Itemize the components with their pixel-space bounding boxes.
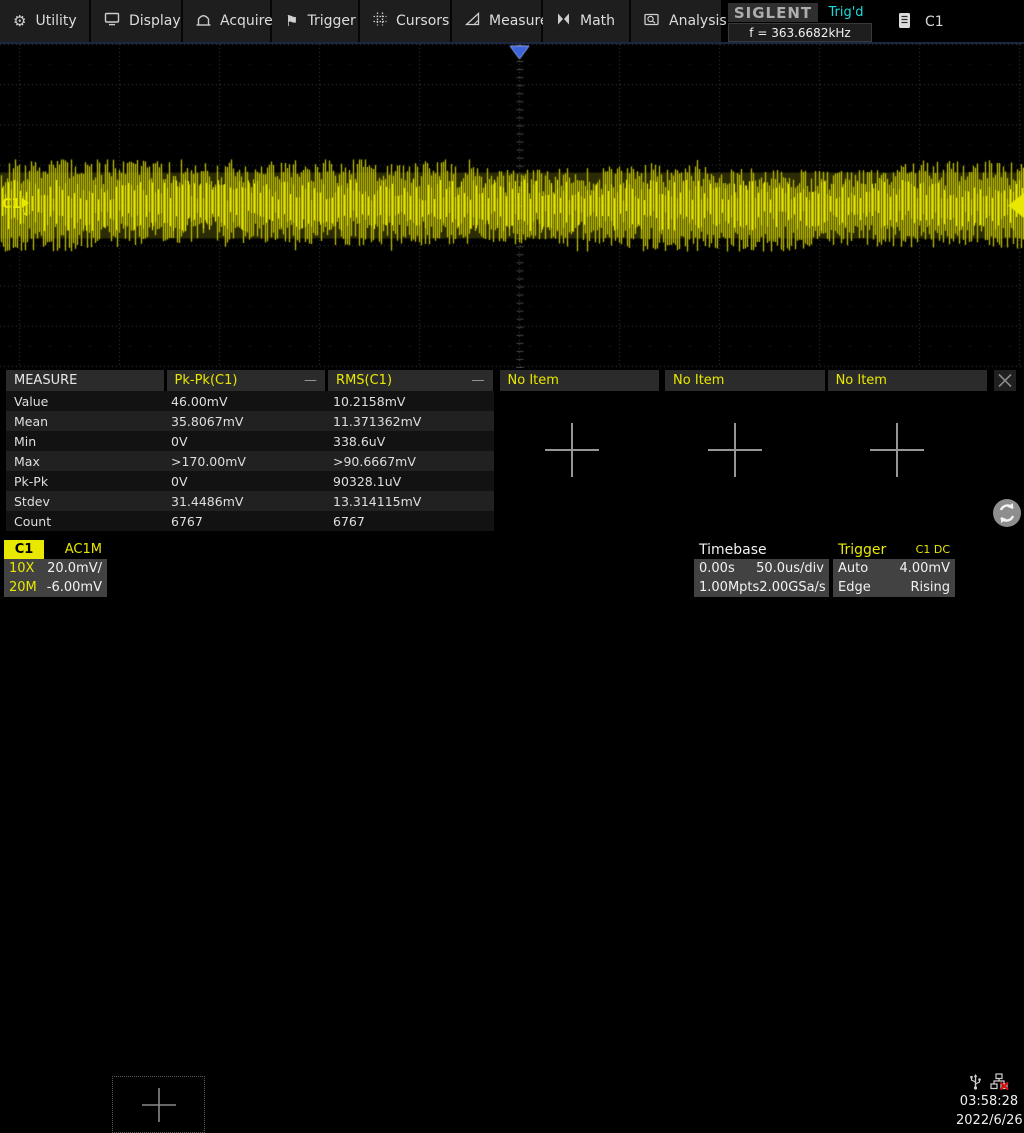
probe-attenuation: 10X xyxy=(9,561,34,576)
menu-analysis[interactable]: Analysis xyxy=(631,0,721,42)
usb-icon xyxy=(969,1073,982,1094)
remove-measure-icon[interactable]: — xyxy=(472,373,485,388)
trigger-level: 4.00mV xyxy=(899,561,950,576)
channel-list-chip[interactable]: C1 xyxy=(898,10,944,34)
bandwidth-limit: 20M xyxy=(9,580,37,595)
remove-measure-icon[interactable]: — xyxy=(304,373,317,388)
top-menu-bar: ⚙ Utility Display Acquire ⚑ Trigger Curs… xyxy=(0,0,1024,44)
time-per-div: 50.0us/div xyxy=(756,561,824,576)
measure-col-pkpk[interactable]: Pk-Pk(C1) — xyxy=(167,370,326,391)
menu-label: Utility xyxy=(35,13,76,29)
clock-time: 03:58:28 xyxy=(956,1092,1022,1111)
menu-label: Trigger xyxy=(307,13,355,29)
menu-label: Cursors xyxy=(396,13,449,29)
plus-icon xyxy=(138,1084,180,1126)
menu-utility[interactable]: ⚙ Utility xyxy=(0,0,89,42)
menu-label: Measure xyxy=(489,13,549,29)
add-measure-slot-2[interactable] xyxy=(706,421,764,479)
plus-icon xyxy=(868,421,926,479)
refresh-icon xyxy=(992,498,1022,528)
timebase-panel[interactable]: Timebase 0.00s 50.0us/div 1.00Mpts 2.00G… xyxy=(694,540,829,597)
sample-rate: 2.00GSa/s xyxy=(759,580,825,595)
table-row: Count67676767 xyxy=(6,511,494,531)
measure-body: Value46.00mV10.2158mV Mean35.8067mV11.37… xyxy=(6,391,1016,531)
trigger-status-badge: Trig'd xyxy=(820,3,872,22)
channel-chip-label: C1 xyxy=(925,14,944,30)
measure-col-empty-3[interactable]: No Item xyxy=(828,370,988,391)
menu-trigger[interactable]: ⚑ Trigger xyxy=(272,0,358,42)
add-measure-slot-1[interactable] xyxy=(543,421,601,479)
coupling-value: AC1M xyxy=(65,542,107,557)
table-row: Mean35.8067mV11.371362mV xyxy=(6,411,494,431)
bowtie-math-icon xyxy=(556,12,571,30)
trigger-source: C1 DC xyxy=(916,543,950,556)
menu-strip: ⚙ Utility Display Acquire ⚑ Trigger Curs… xyxy=(0,0,721,42)
set-square-icon xyxy=(465,12,480,30)
memory-depth: 1.00Mpts xyxy=(699,580,759,595)
trigger-mode: Auto xyxy=(838,561,868,576)
table-row: Value46.00mV10.2158mV xyxy=(6,391,494,411)
menu-label: Acquire xyxy=(220,13,273,29)
close-measure-button[interactable] xyxy=(994,370,1016,391)
trigger-title: Trigger xyxy=(838,542,886,558)
folder-magnifier-icon xyxy=(644,12,660,30)
channel1-panel[interactable]: C1 AC1M 10X 20.0mV/ 20M -6.00mV xyxy=(4,540,107,597)
acquire-arch-icon xyxy=(196,12,211,30)
bottom-status-bar: C1 AC1M 10X 20.0mV/ 20M -6.00mV Timebase… xyxy=(0,536,1024,600)
menu-label: Analysis xyxy=(669,13,727,29)
measure-col-empty-1[interactable]: No Item xyxy=(500,370,660,391)
menu-display[interactable]: Display xyxy=(91,0,181,42)
measure-panel: MEASURE Pk-Pk(C1) — RMS(C1) — No Item No… xyxy=(6,370,1016,531)
table-row: Pk-Pk0V90328.1uV xyxy=(6,471,494,491)
menu-measure[interactable]: Measure xyxy=(452,0,541,42)
table-row: Min0V338.6uV xyxy=(6,431,494,451)
timebase-title: Timebase xyxy=(699,542,767,558)
channel1-offset-marker[interactable]: C1 v xyxy=(2,198,29,217)
menu-label: Math xyxy=(580,13,615,29)
measure-header-row: MEASURE Pk-Pk(C1) — RMS(C1) — No Item No… xyxy=(6,370,1016,391)
system-status: 03:58:28 2022/6/26 xyxy=(956,1074,1022,1130)
menu-label: Display xyxy=(129,13,181,29)
lan-disconnected-icon xyxy=(990,1073,1009,1094)
flag-icon: ⚑ xyxy=(285,12,298,30)
frequency-counter: f = 363.6682kHz xyxy=(728,23,872,42)
table-row: Stdev31.4486mV13.314115mV xyxy=(6,491,494,511)
channel1-marker-label: C1 xyxy=(2,198,21,212)
clock-date: 2022/6/26 xyxy=(956,1111,1022,1130)
menu-math[interactable]: Math xyxy=(543,0,629,42)
measure-col-rms[interactable]: RMS(C1) — xyxy=(328,370,493,391)
channel-offset: -6.00mV xyxy=(47,580,102,595)
timebase-delay: 0.00s xyxy=(699,561,735,576)
table-row: Max>170.00mV>90.6667mV xyxy=(6,451,494,471)
menu-cursors[interactable]: Cursors xyxy=(360,0,450,42)
list-icon xyxy=(898,12,911,33)
measure-title: MEASURE xyxy=(6,370,164,391)
measure-col-empty-2[interactable]: No Item xyxy=(665,370,825,391)
trigger-slope: Rising xyxy=(910,580,950,595)
down-chevron-icon: v xyxy=(22,208,28,217)
reset-statistics-button[interactable] xyxy=(992,498,1022,528)
close-icon xyxy=(997,373,1013,388)
gear-icon: ⚙ xyxy=(13,12,26,30)
add-channel-slot[interactable] xyxy=(112,1076,205,1133)
plus-icon xyxy=(706,421,764,479)
trigger-type: Edge xyxy=(838,580,871,595)
monitor-icon xyxy=(104,12,120,30)
siglent-logo: SIGLENT xyxy=(728,3,818,22)
plus-icon xyxy=(543,421,601,479)
volts-per-div: 20.0mV/ xyxy=(47,561,102,576)
add-measure-slot-3[interactable] xyxy=(868,421,926,479)
cursors-grid-icon xyxy=(373,12,387,30)
channel1-badge: C1 xyxy=(4,540,44,559)
menu-acquire[interactable]: Acquire xyxy=(183,0,270,42)
waveform-display[interactable] xyxy=(0,44,1024,368)
trigger-panel[interactable]: Trigger C1 DC Auto 4.00mV Edge Rising xyxy=(833,540,955,597)
